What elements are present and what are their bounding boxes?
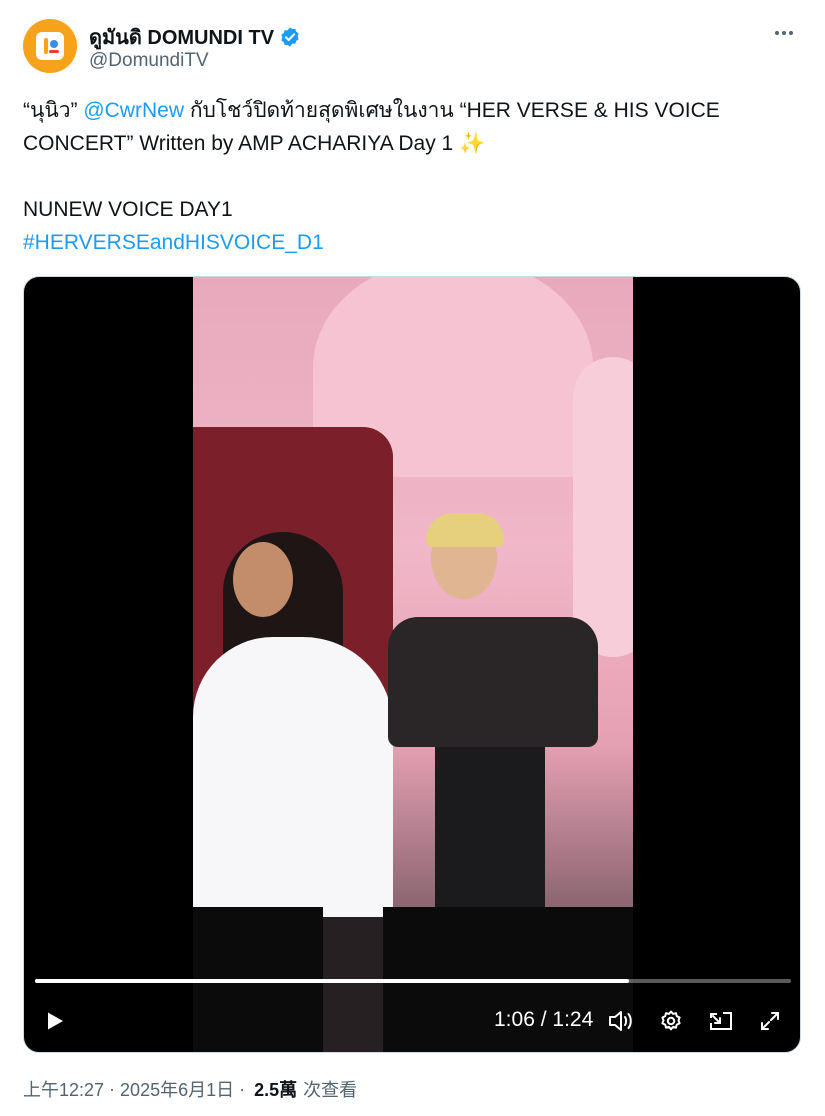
video-time: 1:06 / 1:24 [494,1008,594,1031]
more-icon[interactable] [769,22,799,44]
tweet-line-1-prefix: “นุนิว” [23,99,84,122]
author-handle[interactable]: @DomundiTV [89,50,209,72]
video-progress-fill [35,979,630,983]
tweet-date[interactable]: 2025年6月1日 [120,1076,234,1102]
volume-icon[interactable] [601,999,641,1043]
mention-link[interactable]: @CwrNew [83,99,184,122]
video-controls: 1:06 / 1:24 [24,999,800,1043]
tweet-line-3: NUNEW VOICE DAY1 [23,198,233,221]
performer-woman [193,637,393,937]
tweet-meta: 上午12:27 · 2025年6月1日 · 2.5萬 次查看 [23,1076,357,1102]
author-name-row: ดูมันดิ DOMUNDI TV [89,21,301,53]
play-icon[interactable] [34,999,74,1043]
video-duration: 1:24 [552,1008,594,1031]
views-count: 2.5萬 [254,1080,298,1100]
avatar-logo [36,32,64,60]
video-frame[interactable] [193,277,633,1052]
video-progress-bar[interactable] [35,979,791,983]
tweet-line-1: “นุนิว” @CwrNew กับโชว์ปิดท้ายสุดพิเศษใน… [23,94,803,127]
video-player[interactable]: 1:06 / 1:24 [23,276,801,1053]
tweet-text: “นุนิว” @CwrNew กับโชว์ปิดท้ายสุดพิเศษใน… [23,94,803,259]
avatar[interactable] [23,19,77,73]
tweet-time[interactable]: 上午12:27 [23,1076,104,1102]
verified-icon [281,27,299,47]
performer-man [388,617,598,747]
pip-icon[interactable] [701,999,741,1043]
views-label: 次查看 [303,1080,358,1100]
tweet-header: ดูมันดิ DOMUNDI TV @DomundiTV [23,18,805,78]
hashtag-link[interactable]: #HERVERSEandHISVOICE_D1 [23,231,324,254]
author-display-name[interactable]: ดูมันดิ DOMUNDI TV [89,21,274,53]
video-current-time: 1:06 [494,1008,535,1031]
settings-icon[interactable] [651,999,691,1043]
tweet-line-1-suffix: กับโชว์ปิดท้ายสุดพิเศษในงาน “HER VERSE &… [183,99,720,122]
tweet-line-2: CONCERT” Written by AMP ACHARIYA Day 1 ✨ [23,132,486,155]
fullscreen-icon[interactable] [750,999,790,1043]
